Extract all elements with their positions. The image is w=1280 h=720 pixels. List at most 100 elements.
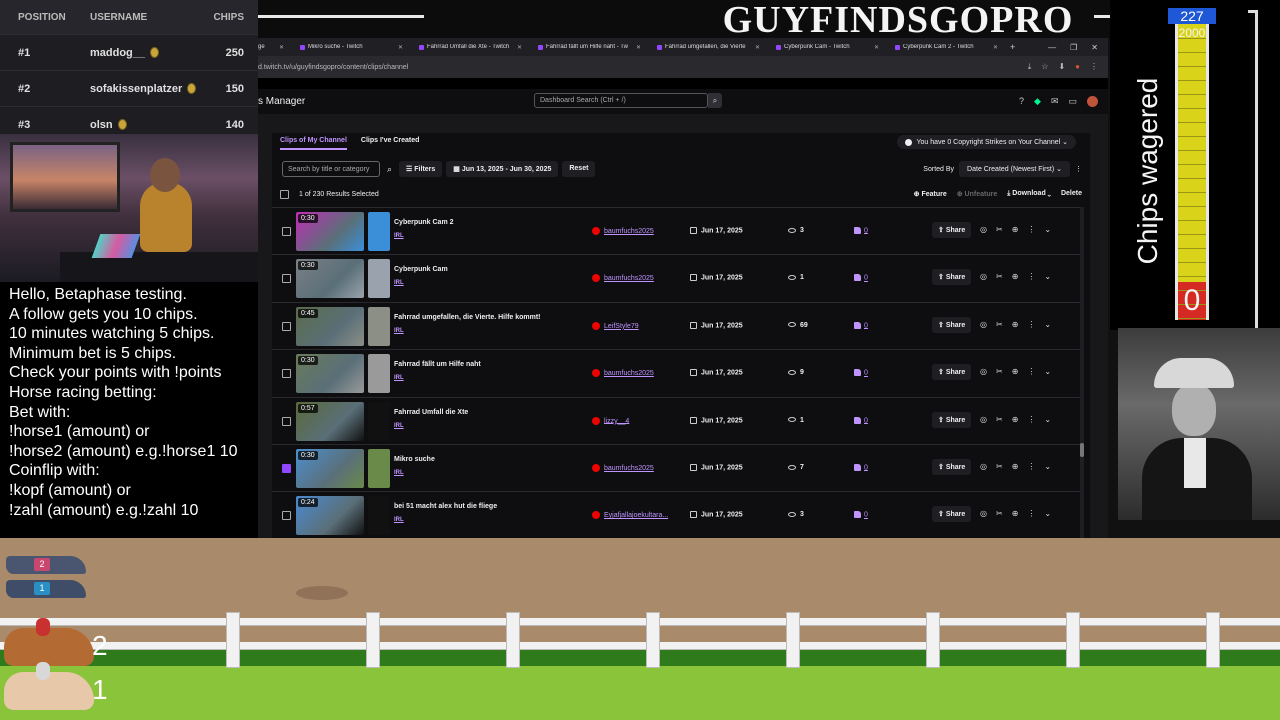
feature-icon[interactable]: ⊕ — [1012, 462, 1019, 471]
tab-clips-ive-created[interactable]: Clips I've Created — [361, 137, 419, 150]
browser-tab[interactable]: Mikro suche - Twitch ✕ — [292, 44, 411, 51]
clip-title[interactable]: Fahrrad Umfall die Xte — [394, 409, 468, 416]
chevron-down-icon[interactable]: ⌄ — [1044, 415, 1051, 424]
clock-icon[interactable]: ◎ — [980, 225, 987, 234]
sort-select[interactable]: Date Created (Newest First) ⌄ — [959, 161, 1070, 177]
close-window-icon[interactable]: ✕ — [1091, 43, 1098, 52]
chevron-down-icon[interactable]: ⌄ — [1044, 272, 1051, 281]
profile-icon[interactable]: ● — [1075, 62, 1080, 72]
clip-likes[interactable]: 0 — [854, 511, 868, 519]
search-icon[interactable]: ⌕ — [708, 93, 722, 108]
clip-likes[interactable]: 0 — [854, 369, 868, 377]
date-range-button[interactable]: ▦ Jun 13, 2025 - Jun 30, 2025 — [446, 161, 559, 177]
scissors-icon[interactable]: ✂ — [996, 320, 1003, 329]
row-checkbox[interactable] — [282, 227, 291, 236]
clip-likes[interactable]: 0 — [854, 416, 868, 424]
clock-icon[interactable]: ◎ — [980, 415, 987, 424]
more-options-icon[interactable]: ⋮ — [1027, 415, 1035, 424]
inbox-icon[interactable]: ✉ — [1051, 96, 1059, 107]
scrollbar-thumb[interactable] — [1080, 443, 1084, 457]
more-options-icon[interactable]: ⋮ — [1027, 509, 1035, 518]
address-bar[interactable]: d.twitch.tv/u/guyfindsgopro/content/clip… — [258, 56, 1108, 78]
chevron-down-icon[interactable]: ⌄ — [1044, 462, 1051, 471]
scissors-icon[interactable]: ✂ — [996, 225, 1003, 234]
unfeature-button[interactable]: ⊕ Unfeature — [957, 190, 998, 198]
restore-icon[interactable]: ❐ — [1070, 43, 1077, 52]
clip-title[interactable]: Cyberpunk Cam — [394, 266, 448, 273]
row-checkbox[interactable] — [282, 369, 291, 379]
clip-likes[interactable]: 0 — [854, 321, 868, 329]
table-row[interactable]: 0:57 Fahrrad Umfall die Xte IRL lizzy__4… — [272, 396, 1084, 444]
download-icon[interactable]: ⤓ — [1028, 62, 1032, 72]
feature-icon[interactable]: ⊕ — [1012, 367, 1019, 376]
new-tab-button[interactable]: + — [1010, 42, 1015, 52]
clock-icon[interactable]: ◎ — [980, 509, 987, 518]
feature-icon[interactable]: ⊕ — [1012, 225, 1019, 234]
feature-icon[interactable]: ⊕ — [1012, 415, 1019, 424]
search-icon[interactable]: ⌕ — [387, 164, 392, 175]
clip-creator[interactable]: baumfuchs2025 — [592, 227, 654, 235]
clip-category[interactable]: IRL — [394, 280, 404, 286]
scrollbar[interactable] — [1080, 207, 1084, 538]
browser-tab[interactable]: Fahrrad umgefallen, die Vierte ✕ — [649, 44, 768, 51]
close-icon[interactable]: ✕ — [398, 44, 403, 51]
clip-likes[interactable]: 0 — [854, 227, 868, 234]
chevron-down-icon[interactable]: ⌄ — [1044, 225, 1051, 234]
close-icon[interactable]: ✕ — [874, 44, 879, 51]
row-checkbox[interactable] — [282, 511, 291, 521]
table-row[interactable]: 0:45 Fahrrad umgefallen, die Vierte. Hil… — [272, 301, 1084, 349]
share-button[interactable]: ⇪ Share — [932, 222, 972, 238]
more-options-icon[interactable]: ⋮ — [1075, 165, 1082, 173]
clip-creator[interactable]: LeifStyle79 — [592, 321, 639, 330]
clip-category[interactable]: IRL — [394, 328, 404, 334]
clip-creator[interactable]: baumfuchs2025 — [592, 274, 654, 283]
clip-creator[interactable]: Eyjafjallajoekultara... — [592, 511, 668, 520]
share-button[interactable]: ⇪ Share — [932, 269, 972, 286]
feature-icon[interactable]: ⊕ — [1012, 272, 1019, 281]
close-icon[interactable]: ✕ — [993, 44, 998, 51]
clip-search-input[interactable]: Search by title or category — [282, 161, 380, 177]
row-checkbox[interactable] — [282, 416, 291, 426]
row-checkbox[interactable] — [282, 274, 291, 284]
chevron-down-icon[interactable]: ⌄ — [1044, 320, 1051, 329]
clip-category[interactable]: IRL — [394, 423, 404, 429]
bookmark-star-icon[interactable]: ☆ — [1041, 62, 1048, 72]
feature-button[interactable]: ⊕ Feature — [914, 190, 947, 198]
more-options-icon[interactable]: ⋮ — [1027, 462, 1035, 471]
share-button[interactable]: ⇪ Share — [932, 411, 972, 428]
extension-icon[interactable]: ⬇ — [1058, 62, 1065, 72]
share-button[interactable]: ⇪ Share — [932, 316, 972, 333]
scissors-icon[interactable]: ✂ — [996, 272, 1003, 281]
close-icon[interactable]: ✕ — [517, 44, 522, 51]
more-options-icon[interactable]: ⋮ — [1027, 225, 1035, 234]
share-button[interactable]: ⇪ Share — [932, 364, 972, 381]
delete-button[interactable]: Delete — [1061, 190, 1082, 198]
more-options-icon[interactable]: ⋮ — [1027, 320, 1035, 329]
chevron-down-icon[interactable]: ⌄ — [1044, 509, 1051, 518]
clip-category[interactable]: IRL — [394, 470, 404, 476]
clip-category[interactable]: IRL — [394, 375, 404, 381]
reset-button[interactable]: Reset — [562, 161, 596, 177]
clock-icon[interactable]: ◎ — [980, 320, 987, 329]
clip-creator[interactable]: lizzy__4 — [592, 416, 629, 425]
clip-creator[interactable]: baumfuchs2025 — [592, 464, 654, 472]
browser-tab[interactable]: Cyberpunk Cam - Twitch ✕ — [768, 44, 887, 51]
clock-icon[interactable]: ◎ — [980, 462, 987, 471]
minimize-icon[interactable]: — — [1048, 43, 1056, 52]
share-button[interactable]: ⇪ Share — [932, 459, 972, 475]
clip-title[interactable]: Mikro suche — [394, 456, 435, 463]
row-checkbox[interactable] — [282, 464, 291, 473]
table-row[interactable]: 0:30 Fahrrad fällt um Hilfe naht IRL bau… — [272, 349, 1084, 396]
select-all-checkbox[interactable] — [280, 189, 289, 199]
browser-tab-partial[interactable]: ge ✕ — [258, 44, 292, 51]
table-row[interactable]: 0:24 bei 51 macht alex hut die fliege IR… — [272, 491, 1084, 538]
help-icon[interactable]: ? — [1019, 96, 1024, 107]
clip-category[interactable]: IRL — [394, 517, 404, 523]
clip-title[interactable]: Cyberpunk Cam 2 — [394, 219, 454, 226]
row-checkbox[interactable] — [282, 321, 291, 331]
copyright-strikes-badge[interactable]: You have 0 Copyright Strikes on Your Cha… — [897, 135, 1076, 149]
table-row[interactable]: 0:30 Cyberpunk Cam 2 IRL baumfuchs2025 J… — [272, 207, 1084, 254]
chat-icon[interactable]: ▭ — [1068, 96, 1077, 107]
table-row[interactable]: 0:30 Cyberpunk Cam IRL baumfuchs2025 Jun… — [272, 254, 1084, 301]
clock-icon[interactable]: ◎ — [980, 367, 987, 376]
